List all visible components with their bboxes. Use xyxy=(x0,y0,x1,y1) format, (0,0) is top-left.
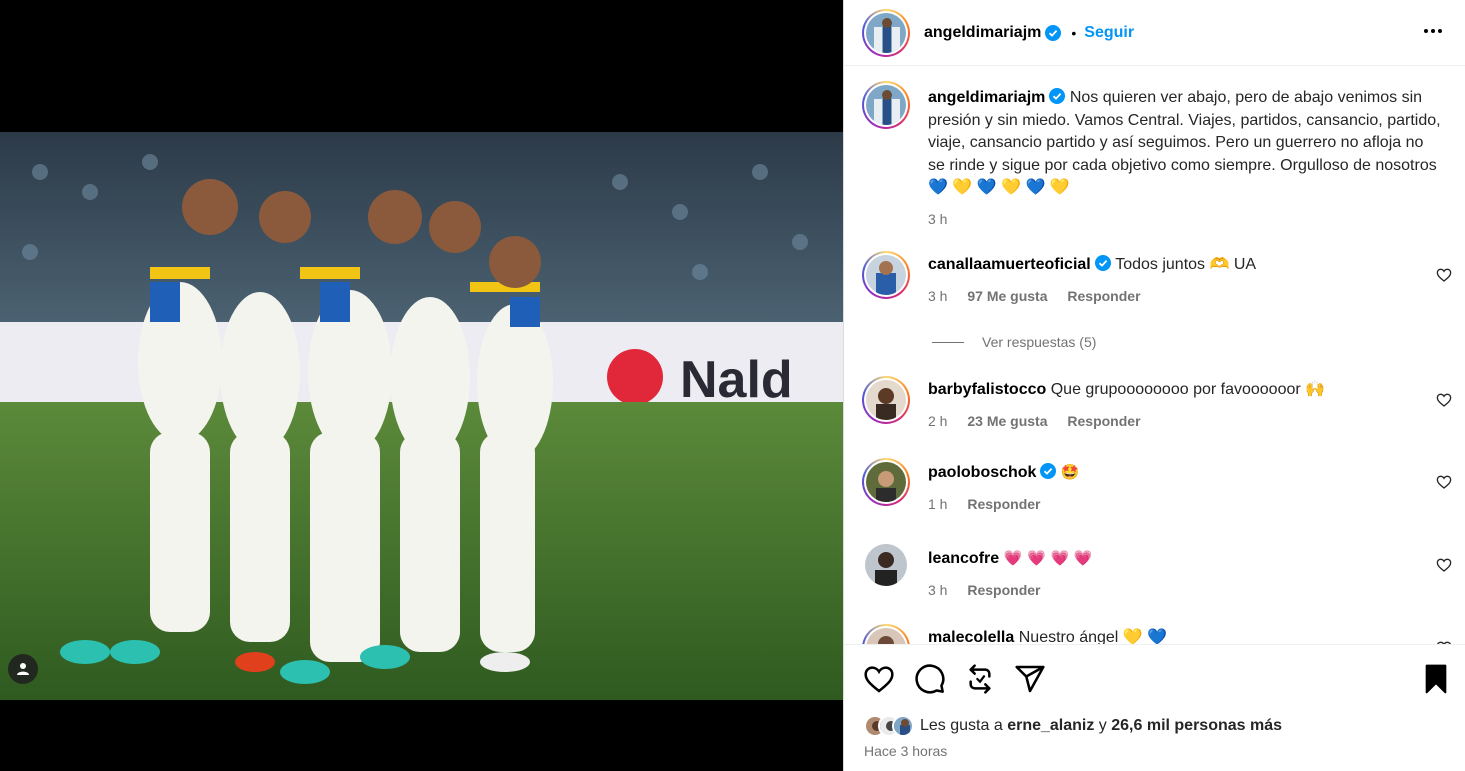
comment-time: 2 h xyxy=(928,412,948,429)
reply-button[interactable]: Responder xyxy=(1067,413,1140,429)
comment-meta: 3 h 97 Me gusta Responder xyxy=(928,285,1412,308)
send-icon[interactable] xyxy=(1014,663,1046,695)
commenter-avatar[interactable] xyxy=(862,251,910,299)
caption-avatar[interactable] xyxy=(862,81,910,129)
comment-time: 3 h xyxy=(928,287,948,304)
verified-badge-icon xyxy=(1049,88,1066,104)
caption-meta: 3 h xyxy=(928,208,1442,231)
comment-item: barbyfalistocco Que grupoooooooo por fav… xyxy=(862,376,1452,446)
commenter-avatar[interactable] xyxy=(865,544,907,586)
likes-others[interactable]: 26,6 mil personas más xyxy=(1111,717,1282,735)
replies-divider xyxy=(932,341,964,343)
svg-text:Nald: Nald xyxy=(680,351,793,409)
caption: angeldimariajm Nos quieren ver abajo, pe… xyxy=(862,81,1452,231)
comment-text: Que grupoooooooo por favoooooor 🙌 xyxy=(1050,381,1326,398)
comment-time: 1 h xyxy=(928,495,948,512)
comment-username[interactable]: canallaamuerteoficial xyxy=(928,256,1091,273)
post-actions: Les gusta a erne_alaniz y 26,6 mil perso… xyxy=(844,644,1465,771)
commenter-avatar[interactable] xyxy=(862,624,910,644)
heart-icon[interactable] xyxy=(863,663,895,695)
author-username[interactable]: angeldimariajm xyxy=(924,24,1041,42)
comment-heart-icon[interactable] xyxy=(1436,557,1452,573)
comment-item: paoloboschok 🤩 1 h Responder xyxy=(862,458,1452,528)
comment-likes[interactable]: 97 Me gusta xyxy=(967,288,1047,304)
user-tag-icon[interactable] xyxy=(8,654,38,684)
view-replies-label: Ver respuestas (5) xyxy=(982,334,1097,350)
post-header: angeldimariajm • Seguir xyxy=(844,0,1465,66)
comment-item: canallaamuerteoficial Todos juntos 🫶 UA … xyxy=(862,251,1452,321)
reply-button[interactable]: Responder xyxy=(967,496,1040,512)
likes-user[interactable]: erne_alaniz xyxy=(1007,717,1094,735)
verified-badge-icon xyxy=(1040,463,1057,479)
post-media: Nald xyxy=(0,0,843,771)
post-photo[interactable]: Nald xyxy=(0,132,843,700)
likes-connector: y xyxy=(1098,717,1107,734)
bookmark-icon[interactable] xyxy=(1420,663,1452,695)
caption-time: 3 h xyxy=(928,210,948,227)
comment-username[interactable]: paoloboschok xyxy=(928,464,1036,481)
comment-username[interactable]: malecolella xyxy=(928,629,1014,644)
comment-heart-icon[interactable] xyxy=(1436,392,1452,408)
follow-button[interactable]: Seguir xyxy=(1084,24,1134,42)
comments-list[interactable]: angeldimariajm Nos quieren ver abajo, pe… xyxy=(844,67,1465,644)
comment-heart-icon[interactable] xyxy=(1436,267,1452,283)
comment-username[interactable]: barbyfalistocco xyxy=(928,381,1046,398)
reply-button[interactable]: Responder xyxy=(967,582,1040,598)
post-sidebar: angeldimariajm • Seguir angeldimariajm N… xyxy=(843,0,1465,771)
comment-meta: 3 h Responder xyxy=(928,579,1412,602)
commenter-avatar[interactable] xyxy=(862,376,910,424)
likes-summary[interactable]: Les gusta a erne_alaniz y 26,6 mil perso… xyxy=(864,715,1282,737)
view-replies-button[interactable]: Ver respuestas (5) xyxy=(932,334,1096,350)
comment-item: leancofre 💗 💗 💗 💗 3 h Responder xyxy=(862,544,1452,614)
comment-heart-icon[interactable] xyxy=(1436,474,1452,490)
comment-text: Todos juntos 🫶 UA xyxy=(1115,256,1257,273)
more-icon[interactable] xyxy=(1420,18,1446,44)
likes-prefix: Les gusta a xyxy=(920,717,1003,734)
commenter-avatar[interactable] xyxy=(862,458,910,506)
comment-text: Nuestro ángel 💛 💙 xyxy=(1018,629,1168,644)
comment-item: malecolella Nuestro ángel 💛 💙 xyxy=(862,624,1452,644)
comment-text: 💗 💗 💗 💗 xyxy=(1003,549,1093,567)
verified-badge-icon xyxy=(1045,24,1062,41)
comment-username[interactable]: leancofre xyxy=(928,550,999,567)
caption-username[interactable]: angeldimariajm xyxy=(928,89,1045,106)
verified-badge-icon xyxy=(1094,255,1111,271)
post-photo-image: Nald xyxy=(0,132,843,700)
repost-icon[interactable] xyxy=(964,663,996,695)
comment-icon[interactable] xyxy=(914,663,946,695)
comment-text: 🤩 xyxy=(1060,463,1080,481)
comment-meta: 1 h Responder xyxy=(928,493,1412,516)
comment-likes[interactable]: 23 Me gusta xyxy=(967,413,1047,429)
header-separator: • xyxy=(1071,24,1077,41)
post-timestamp[interactable]: Hace 3 horas xyxy=(864,743,947,759)
likers-avatars xyxy=(864,715,914,737)
author-avatar[interactable] xyxy=(862,8,910,57)
comment-time: 3 h xyxy=(928,581,948,598)
liker-avatar xyxy=(892,715,914,737)
comment-meta: 2 h 23 Me gusta Responder xyxy=(928,410,1412,433)
reply-button[interactable]: Responder xyxy=(1067,288,1140,304)
